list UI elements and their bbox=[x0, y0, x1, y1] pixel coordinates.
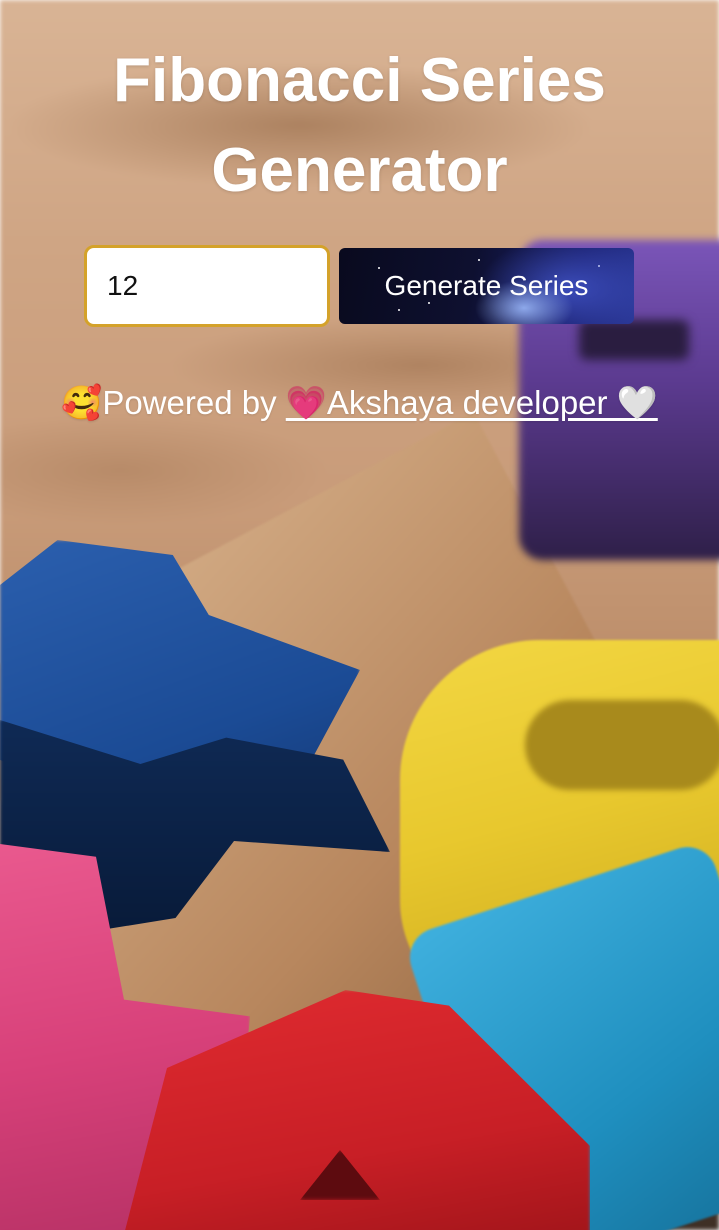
developer-link[interactable]: 💗Akshaya developer 🤍 bbox=[286, 384, 658, 421]
number-input[interactable] bbox=[84, 245, 330, 327]
powered-by-line: 🥰Powered by 💗Akshaya developer 🤍 bbox=[0, 384, 719, 423]
page-title: Fibonacci Series Generator bbox=[113, 46, 606, 205]
generator-form: Generate Series bbox=[84, 245, 636, 327]
smiling-hearts-emoji: 🥰 bbox=[61, 384, 103, 421]
generate-series-button[interactable]: Generate Series bbox=[339, 248, 634, 324]
powered-by-label: Powered by bbox=[102, 384, 286, 421]
yellow-letter-groove bbox=[525, 700, 719, 790]
